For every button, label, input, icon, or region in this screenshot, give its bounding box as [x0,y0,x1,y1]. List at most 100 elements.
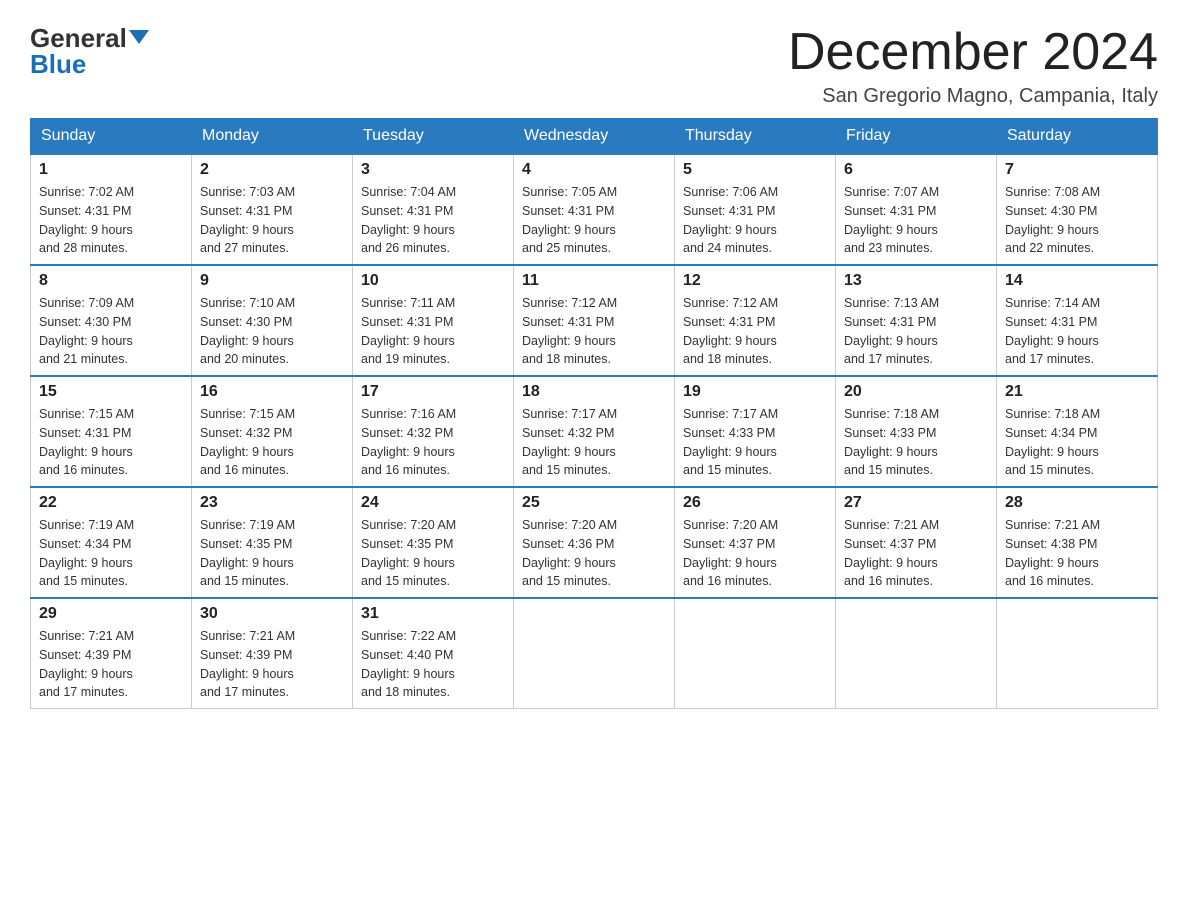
calendar-cell: 23 Sunrise: 7:19 AM Sunset: 4:35 PM Dayl… [192,487,353,598]
day-info: Sunrise: 7:05 AM Sunset: 4:31 PM Dayligh… [522,183,666,258]
day-number: 18 [522,383,666,401]
day-number: 23 [200,494,344,512]
day-info: Sunrise: 7:20 AM Sunset: 4:35 PM Dayligh… [361,516,505,591]
calendar-cell: 26 Sunrise: 7:20 AM Sunset: 4:37 PM Dayl… [675,487,836,598]
day-info: Sunrise: 7:20 AM Sunset: 4:37 PM Dayligh… [683,516,827,591]
day-number: 1 [39,161,183,179]
day-number: 15 [39,383,183,401]
calendar-cell: 31 Sunrise: 7:22 AM Sunset: 4:40 PM Dayl… [353,598,514,709]
calendar-week-row: 29 Sunrise: 7:21 AM Sunset: 4:39 PM Dayl… [31,598,1158,709]
calendar-cell: 9 Sunrise: 7:10 AM Sunset: 4:30 PM Dayli… [192,265,353,376]
calendar-cell [514,598,675,709]
calendar-cell: 1 Sunrise: 7:02 AM Sunset: 4:31 PM Dayli… [31,154,192,265]
day-number: 26 [683,494,827,512]
day-number: 5 [683,161,827,179]
logo: General Blue [30,24,149,80]
calendar-week-row: 8 Sunrise: 7:09 AM Sunset: 4:30 PM Dayli… [31,265,1158,376]
day-info: Sunrise: 7:04 AM Sunset: 4:31 PM Dayligh… [361,183,505,258]
day-info: Sunrise: 7:21 AM Sunset: 4:37 PM Dayligh… [844,516,988,591]
day-info: Sunrise: 7:18 AM Sunset: 4:33 PM Dayligh… [844,405,988,480]
calendar-cell: 25 Sunrise: 7:20 AM Sunset: 4:36 PM Dayl… [514,487,675,598]
day-info: Sunrise: 7:17 AM Sunset: 4:32 PM Dayligh… [522,405,666,480]
calendar-cell: 21 Sunrise: 7:18 AM Sunset: 4:34 PM Dayl… [997,376,1158,487]
day-info: Sunrise: 7:03 AM Sunset: 4:31 PM Dayligh… [200,183,344,258]
logo-triangle-icon [129,30,149,44]
day-number: 14 [1005,272,1149,290]
day-number: 10 [361,272,505,290]
day-number: 30 [200,605,344,623]
day-number: 3 [361,161,505,179]
weekday-header-saturday: Saturday [997,119,1158,155]
day-number: 22 [39,494,183,512]
calendar-cell: 12 Sunrise: 7:12 AM Sunset: 4:31 PM Dayl… [675,265,836,376]
day-number: 20 [844,383,988,401]
calendar-cell: 6 Sunrise: 7:07 AM Sunset: 4:31 PM Dayli… [836,154,997,265]
calendar-cell [836,598,997,709]
day-number: 4 [522,161,666,179]
day-info: Sunrise: 7:13 AM Sunset: 4:31 PM Dayligh… [844,294,988,369]
calendar-cell: 28 Sunrise: 7:21 AM Sunset: 4:38 PM Dayl… [997,487,1158,598]
day-info: Sunrise: 7:16 AM Sunset: 4:32 PM Dayligh… [361,405,505,480]
logo-line2: Blue [30,49,86,80]
calendar-cell: 13 Sunrise: 7:13 AM Sunset: 4:31 PM Dayl… [836,265,997,376]
day-number: 19 [683,383,827,401]
day-number: 28 [1005,494,1149,512]
day-number: 7 [1005,161,1149,179]
day-info: Sunrise: 7:06 AM Sunset: 4:31 PM Dayligh… [683,183,827,258]
day-number: 13 [844,272,988,290]
calendar-week-row: 22 Sunrise: 7:19 AM Sunset: 4:34 PM Dayl… [31,487,1158,598]
calendar-cell: 5 Sunrise: 7:06 AM Sunset: 4:31 PM Dayli… [675,154,836,265]
calendar-cell: 29 Sunrise: 7:21 AM Sunset: 4:39 PM Dayl… [31,598,192,709]
calendar-cell: 10 Sunrise: 7:11 AM Sunset: 4:31 PM Dayl… [353,265,514,376]
calendar-cell: 4 Sunrise: 7:05 AM Sunset: 4:31 PM Dayli… [514,154,675,265]
weekday-header-wednesday: Wednesday [514,119,675,155]
day-info: Sunrise: 7:18 AM Sunset: 4:34 PM Dayligh… [1005,405,1149,480]
calendar-cell [997,598,1158,709]
day-info: Sunrise: 7:09 AM Sunset: 4:30 PM Dayligh… [39,294,183,369]
day-number: 21 [1005,383,1149,401]
day-info: Sunrise: 7:12 AM Sunset: 4:31 PM Dayligh… [522,294,666,369]
calendar-cell: 16 Sunrise: 7:15 AM Sunset: 4:32 PM Dayl… [192,376,353,487]
day-number: 2 [200,161,344,179]
day-number: 17 [361,383,505,401]
calendar-cell: 3 Sunrise: 7:04 AM Sunset: 4:31 PM Dayli… [353,154,514,265]
day-info: Sunrise: 7:21 AM Sunset: 4:38 PM Dayligh… [1005,516,1149,591]
day-info: Sunrise: 7:07 AM Sunset: 4:31 PM Dayligh… [844,183,988,258]
calendar-cell: 24 Sunrise: 7:20 AM Sunset: 4:35 PM Dayl… [353,487,514,598]
day-info: Sunrise: 7:19 AM Sunset: 4:35 PM Dayligh… [200,516,344,591]
day-info: Sunrise: 7:21 AM Sunset: 4:39 PM Dayligh… [39,627,183,702]
day-number: 12 [683,272,827,290]
day-number: 31 [361,605,505,623]
calendar-cell: 7 Sunrise: 7:08 AM Sunset: 4:30 PM Dayli… [997,154,1158,265]
weekday-header-friday: Friday [836,119,997,155]
day-number: 24 [361,494,505,512]
month-title: December 2024 [788,24,1158,81]
day-number: 29 [39,605,183,623]
day-number: 27 [844,494,988,512]
calendar-header-row: SundayMondayTuesdayWednesdayThursdayFrid… [31,119,1158,155]
calendar-cell: 17 Sunrise: 7:16 AM Sunset: 4:32 PM Dayl… [353,376,514,487]
day-number: 11 [522,272,666,290]
day-info: Sunrise: 7:20 AM Sunset: 4:36 PM Dayligh… [522,516,666,591]
weekday-header-tuesday: Tuesday [353,119,514,155]
day-info: Sunrise: 7:22 AM Sunset: 4:40 PM Dayligh… [361,627,505,702]
calendar-cell: 27 Sunrise: 7:21 AM Sunset: 4:37 PM Dayl… [836,487,997,598]
day-number: 6 [844,161,988,179]
title-block: December 2024 San Gregorio Magno, Campan… [788,24,1158,108]
calendar-cell [675,598,836,709]
calendar-cell: 19 Sunrise: 7:17 AM Sunset: 4:33 PM Dayl… [675,376,836,487]
day-number: 8 [39,272,183,290]
calendar-cell: 22 Sunrise: 7:19 AM Sunset: 4:34 PM Dayl… [31,487,192,598]
calendar-cell: 8 Sunrise: 7:09 AM Sunset: 4:30 PM Dayli… [31,265,192,376]
day-info: Sunrise: 7:21 AM Sunset: 4:39 PM Dayligh… [200,627,344,702]
calendar-cell: 30 Sunrise: 7:21 AM Sunset: 4:39 PM Dayl… [192,598,353,709]
calendar-week-row: 15 Sunrise: 7:15 AM Sunset: 4:31 PM Dayl… [31,376,1158,487]
calendar-cell: 11 Sunrise: 7:12 AM Sunset: 4:31 PM Dayl… [514,265,675,376]
weekday-header-monday: Monday [192,119,353,155]
day-info: Sunrise: 7:11 AM Sunset: 4:31 PM Dayligh… [361,294,505,369]
day-info: Sunrise: 7:15 AM Sunset: 4:31 PM Dayligh… [39,405,183,480]
day-number: 9 [200,272,344,290]
calendar-cell: 2 Sunrise: 7:03 AM Sunset: 4:31 PM Dayli… [192,154,353,265]
day-info: Sunrise: 7:15 AM Sunset: 4:32 PM Dayligh… [200,405,344,480]
calendar-cell: 20 Sunrise: 7:18 AM Sunset: 4:33 PM Dayl… [836,376,997,487]
